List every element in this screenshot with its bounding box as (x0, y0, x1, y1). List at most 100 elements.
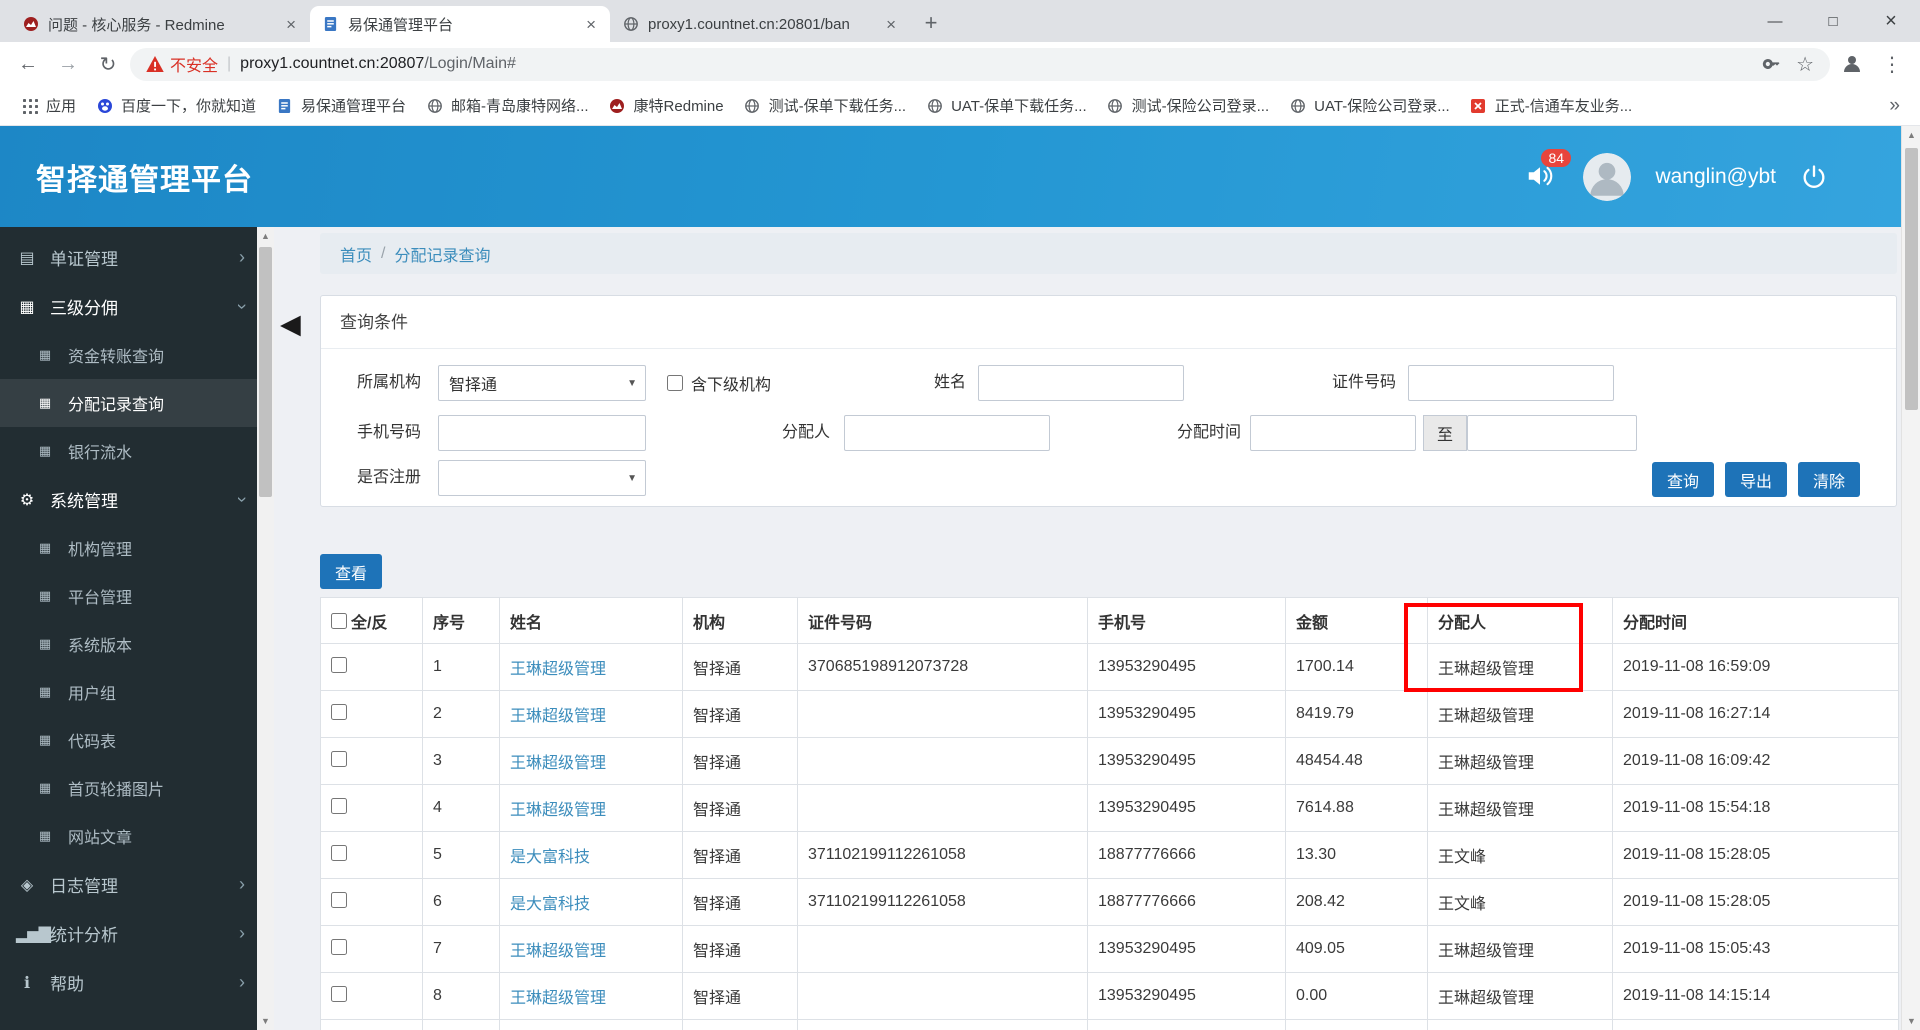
time-end-input[interactable] (1467, 415, 1637, 451)
sidebar-item[interactable]: ▤ 单证管理 › (0, 233, 257, 282)
bookmark-item[interactable]: 百度一下，你就知道 (87, 90, 265, 121)
sidebar-item[interactable]: ▦ 银行流水 (0, 427, 257, 475)
breadcrumb-home-link[interactable]: 首页 (340, 242, 372, 266)
browser-menu-icon[interactable]: ⋮ (1874, 46, 1910, 82)
select-all-checkbox[interactable] (331, 612, 347, 629)
name-link[interactable]: 王琳超级管理 (510, 661, 606, 678)
org-select[interactable]: 智择通 ▼ (438, 365, 646, 401)
page-scroll-up-icon[interactable]: ▲ (1902, 126, 1920, 144)
registered-select[interactable]: ▼ (438, 460, 646, 496)
sidebar-item[interactable]: ⚙ 系统管理 › (0, 475, 257, 524)
sidebar-item[interactable]: ▂▅▇ 统计分析 › (0, 909, 257, 958)
refresh-icon[interactable]: ↻ (90, 46, 126, 82)
clear-button[interactable]: 清除 (1798, 462, 1860, 497)
name-link[interactable]: 是大富科技 (510, 896, 590, 913)
sidebar-item[interactable]: ▦ 机构管理 (0, 524, 257, 572)
sidebar-item[interactable]: ▦ 系统版本 (0, 620, 257, 668)
bookmark-star-icon[interactable]: ☆ (1796, 52, 1814, 77)
tab-strip: 问题 - 核心服务 - Redmine × 易保通管理平台 × proxy1.count… (10, 6, 910, 42)
bookmark-item[interactable]: 正式-信通车友业务... (1461, 90, 1642, 121)
row-checkbox[interactable] (331, 985, 347, 1002)
maximize-button[interactable]: □ (1804, 0, 1862, 42)
close-tab-icon[interactable]: × (582, 14, 600, 35)
browser-tab[interactable]: 易保通管理平台 × (310, 6, 610, 42)
page-scrollbar[interactable]: ▲ ▼ (1901, 126, 1920, 1030)
browser-tab[interactable]: 问题 - 核心服务 - Redmine × (10, 6, 310, 42)
close-tab-icon[interactable]: × (882, 14, 900, 35)
phone-input[interactable] (438, 415, 646, 451)
name-link[interactable]: 王琳超级管理 (510, 755, 606, 772)
page-scroll-down-icon[interactable]: ▼ (1902, 1012, 1920, 1030)
row-checkbox[interactable] (331, 750, 347, 767)
bookmark-item[interactable]: 测试-保单下载任务... (735, 90, 916, 121)
browser-tab[interactable]: proxy1.countnet.cn:20801/ban × (610, 6, 910, 42)
name-link[interactable]: 王琳超级管理 (510, 708, 606, 725)
avatar[interactable] (1583, 152, 1632, 201)
close-window-button[interactable]: × (1862, 0, 1920, 42)
sidebar-scrollbar-thumb[interactable] (259, 247, 272, 497)
bookmark-item[interactable]: 应用 (12, 90, 85, 121)
bookmarks-overflow-icon[interactable]: » (1881, 95, 1908, 117)
row-checkbox[interactable] (331, 938, 347, 955)
bookmark-item[interactable]: UAT-保单下载任务... (917, 90, 1096, 121)
row-checkbox[interactable] (331, 891, 347, 908)
name-link[interactable]: 王琳超级管理 (510, 990, 606, 1007)
sidebar-item[interactable]: ▦ 首页轮播图片 (0, 764, 257, 812)
chevron-icon: › (232, 303, 253, 310)
table-row: 2 王琳超级管理 智择通 13953290495 8419.79 王琳超级管理 2019-1… (320, 690, 1899, 738)
profile-icon[interactable] (1834, 46, 1870, 82)
bookmark-item[interactable]: UAT-保险公司登录... (1280, 90, 1459, 121)
row-checkbox[interactable] (331, 797, 347, 814)
grid-small-icon: ▦ (38, 347, 52, 362)
sidebar-item[interactable]: ▦ 用户组 (0, 668, 257, 716)
grid-small-icon: ▦ (38, 828, 52, 843)
export-button[interactable]: 导出 (1725, 462, 1787, 497)
bookmark-item[interactable]: 测试-保险公司登录... (1098, 90, 1279, 121)
name-input[interactable] (978, 365, 1184, 401)
grid-small-icon: ▦ (38, 684, 52, 699)
sidebar-collapse-arrow[interactable]: ◀ (280, 311, 301, 338)
row-checkbox[interactable] (331, 656, 347, 673)
sidebar-item[interactable]: ▦ 代码表 (0, 716, 257, 764)
new-tab-button[interactable]: + (916, 8, 946, 38)
bookmark-item[interactable]: 易保通管理平台 (267, 90, 415, 121)
name-link[interactable]: 王琳超级管理 (510, 943, 606, 960)
sidebar-item[interactable]: ▦ 分配记录查询 (0, 379, 257, 427)
forward-icon[interactable]: → (50, 46, 86, 82)
sidebar-scroll-down-icon[interactable]: ▼ (257, 1012, 274, 1030)
cell-id (797, 690, 1088, 738)
minimize-button[interactable]: — (1746, 0, 1804, 42)
sidebar-item[interactable]: ▦ 三级分佣 › (0, 282, 257, 331)
sidebar-item[interactable]: ▦ 资金转账查询 (0, 331, 257, 379)
query-form: 所属机构 智择通 ▼ 含下级机构 姓名 证件号码 手机号码 分配人 分配时间 至 … (321, 349, 1896, 506)
sidebar-item[interactable]: ◈ 日志管理 › (0, 860, 257, 909)
sidebar-item[interactable]: ℹ 帮助 › (0, 958, 257, 1007)
logout-power-icon[interactable] (1800, 163, 1828, 191)
security-warning[interactable]: 不安全 (146, 52, 218, 76)
name-link[interactable]: 是大富科技 (510, 849, 590, 866)
page-scrollbar-thumb[interactable] (1905, 148, 1918, 410)
include-sub-checkbox[interactable] (667, 375, 683, 391)
url-omnibox[interactable]: 不安全 | proxy1.countnet.cn:20807/Login/Mai… (130, 47, 1830, 81)
cell-name: 王琳超级管理 (499, 690, 683, 738)
search-button[interactable]: 查询 (1652, 462, 1714, 497)
cell-no: 6 (422, 878, 500, 926)
name-label: 姓名 (933, 374, 966, 391)
sidebar-scrollbar[interactable]: ▲ ▼ (257, 227, 274, 1030)
back-icon[interactable]: ← (10, 46, 46, 82)
key-icon[interactable] (1762, 54, 1782, 74)
row-checkbox[interactable] (331, 844, 347, 861)
time-start-input[interactable] (1250, 415, 1416, 451)
notification-speaker-button[interactable]: 84 (1525, 148, 1572, 193)
sidebar-item[interactable]: ▦ 网站文章 (0, 812, 257, 860)
bookmark-item[interactable]: 康特Redmine (600, 90, 733, 121)
bookmark-item[interactable]: 邮箱-青岛康特网络... (417, 90, 598, 121)
view-button[interactable]: 查看 (320, 554, 382, 589)
row-checkbox[interactable] (331, 703, 347, 720)
sidebar-scroll-up-icon[interactable]: ▲ (257, 227, 274, 245)
id-input[interactable] (1408, 365, 1614, 401)
close-tab-icon[interactable]: × (282, 14, 300, 35)
allocator-input[interactable] (844, 415, 1050, 451)
sidebar-item[interactable]: ▦ 平台管理 (0, 572, 257, 620)
name-link[interactable]: 王琳超级管理 (510, 802, 606, 819)
